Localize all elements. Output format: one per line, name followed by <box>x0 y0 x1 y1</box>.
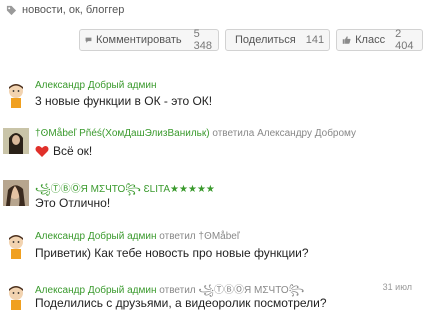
comment-author[interactable]: Александр Добрый админ <box>35 285 156 296</box>
comment-text: 3 новые функции в ОК - это ОК! <box>35 94 212 108</box>
tags-line: новости, ок, блоггер <box>6 4 124 16</box>
comment-text-content: Всё ок! <box>53 144 93 158</box>
class-count: 2 404 <box>395 28 414 52</box>
reply-target[interactable]: †ꙨMåbeľ <box>198 231 239 242</box>
class-label: Класс <box>355 34 386 46</box>
tag-icon <box>6 5 17 15</box>
comment-count: 5 348 <box>193 28 213 52</box>
comment-author[interactable]: Александр Добрый админ <box>35 80 156 91</box>
avatar[interactable] <box>3 233 29 259</box>
thumbs-up-icon <box>342 36 351 44</box>
action-bar: Комментировать 5 348 Поделиться 141 Клас… <box>79 28 423 52</box>
comment-author-line: †ꙨMåbeľ Pñéś(ХомДашЭлизВанильк) ответила… <box>35 128 356 139</box>
comment-author-line: Александр Добрый админ ответил †ꙨMåbeľ <box>35 231 240 242</box>
comment-text-content: Приветик) Как тебе новость про новые фун… <box>35 246 309 260</box>
comment-label: Комментировать <box>96 34 182 46</box>
comment-text: Всё ок! <box>35 144 92 158</box>
comment-author[interactable]: ꧁ⓉⒷⓄЯ МΣЧТО꧂ ƐLITA★★★★★ <box>35 184 215 195</box>
comment-author[interactable]: †ꙨMåbeľ Pñéś(ХомДашЭлизВанильк) <box>35 128 210 139</box>
heart-icon <box>35 145 49 157</box>
class-button[interactable]: Класс 2 404 <box>336 28 423 52</box>
comment-text: Поделились с друзьями, а видеоролик посм… <box>35 296 327 310</box>
reply-target[interactable]: ꧁ⓉⒷⓄЯ МΣЧТО꧂ <box>198 285 304 296</box>
avatar[interactable] <box>3 128 29 154</box>
comment-icon <box>85 37 92 43</box>
comment-text-content: Это Отлично! <box>35 196 111 210</box>
comment-author[interactable]: Александр Добрый админ <box>35 231 156 242</box>
reply-target[interactable]: Александру Доброму <box>257 128 356 139</box>
avatar[interactable] <box>3 180 29 206</box>
comment-text-content: 3 новые функции в ОК - это ОК! <box>35 94 213 108</box>
comment-text: Это Отлично! <box>35 196 110 210</box>
share-label: Поделиться <box>235 34 296 46</box>
tags-text[interactable]: новости, ок, блоггер <box>22 4 124 16</box>
comment-date: 31 июл <box>382 282 412 292</box>
comment-button[interactable]: Комментировать 5 348 <box>79 28 219 52</box>
share-count: 141 <box>305 34 325 46</box>
avatar[interactable] <box>3 284 29 310</box>
reply-info: ответил <box>159 231 196 242</box>
share-button[interactable]: Поделиться 141 <box>225 29 330 51</box>
comment-text-content: Поделились с друзьями, а видеоролик посм… <box>35 296 327 310</box>
comment-text: Приветик) Как тебе новость про новые фун… <box>35 246 309 260</box>
avatar[interactable] <box>3 82 29 108</box>
comment-author-line: Александр Добрый админ <box>35 80 156 91</box>
reply-info: ответила <box>212 128 255 139</box>
reply-info: ответил <box>159 285 196 296</box>
